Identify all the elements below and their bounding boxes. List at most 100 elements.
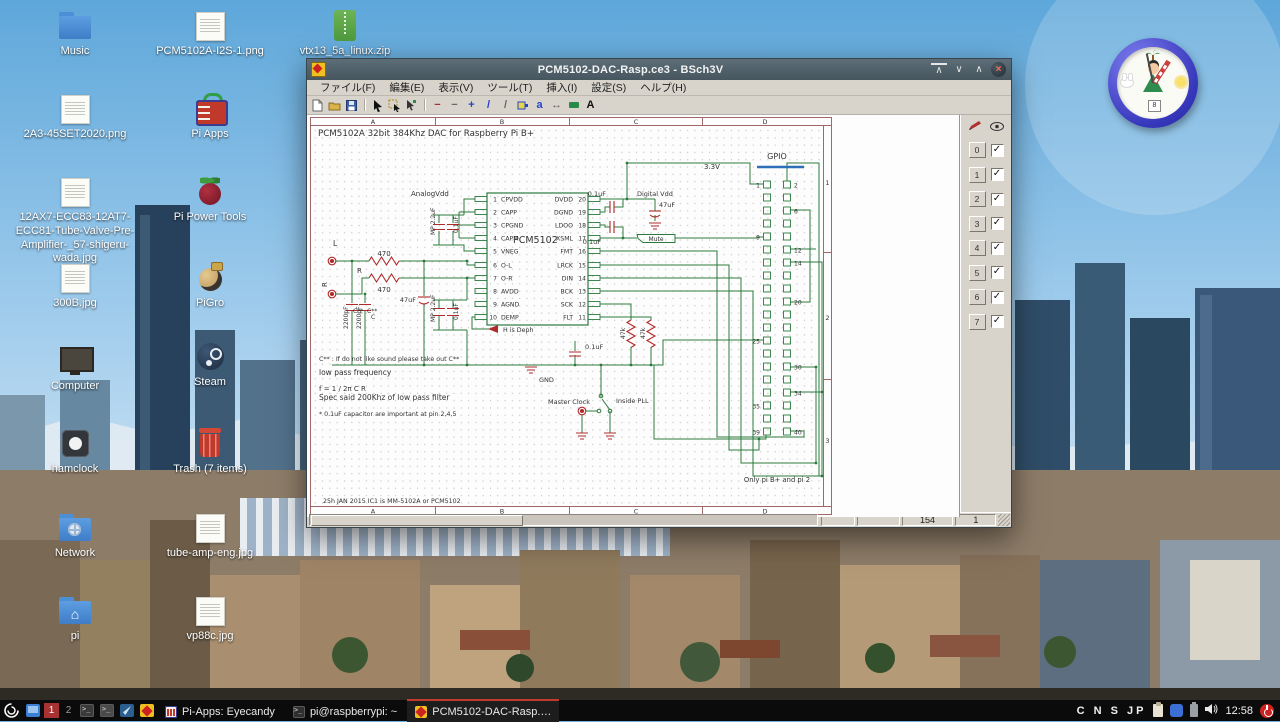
scrollbar-thumb[interactable] [311,515,523,526]
input-method-indicator[interactable]: C N S JP [1077,705,1147,717]
desktop-icon-vp88c-jpg[interactable]: vp88c.jpg [150,595,270,644]
window-titlebar[interactable]: PCM5102-DAC-Rasp.ce3 - BSch3V ∧ ∨ ∧ × [307,59,1011,80]
close-button[interactable]: × [991,62,1006,77]
menu-item-2[interactable]: 表示(V) [431,80,480,95]
move-tool-icon[interactable] [404,98,419,112]
layer-button-3[interactable]: 3 [969,216,986,232]
clipboard-icon[interactable] [1153,704,1163,717]
layer-button-1[interactable]: 1 [969,167,986,183]
desktop-icon-2a3-45set2020-png[interactable]: 2A3-45SET2020.png [15,93,135,142]
menu-item-4[interactable]: 挿入(I) [539,80,584,95]
anime-clock-widget[interactable]: 8 [1108,38,1198,128]
taskbar: 1 2 Pi-Apps: Eyecandy pi@raspberrypi: ~ … [0,700,1280,721]
image-icon [60,176,90,208]
part-tool-icon[interactable] [515,98,530,112]
net-flag-tool-icon[interactable] [566,98,581,112]
battery-icon[interactable] [1190,704,1198,717]
wire-tool-icon[interactable]: / [481,98,496,112]
desktop-icon-tube-preamp-jpg[interactable]: 12AX7-ECC83-12AT7-ECC81-Tube-Valve-Pre-A… [0,176,150,266]
layer-button-5[interactable]: 5 [969,265,986,281]
desktop-icon-computer[interactable]: Computer [15,345,135,394]
desktop-icon-network[interactable]: Network [15,512,135,561]
power-icon[interactable] [1260,704,1274,718]
task-pi-apps[interactable]: Pi-Apps: Eyecandy [157,699,283,722]
desktop-icon-music[interactable]: Music [15,10,135,59]
desktop-icon-300b-jpg[interactable]: 300B.jpg [15,262,135,311]
text-tool-icon[interactable]: A [583,98,598,112]
layer-row-6: 6✓ [969,289,1004,305]
menu-item-0[interactable]: ファイル(F) [313,80,382,95]
new-file-icon[interactable] [310,98,325,112]
resize-grip[interactable] [998,514,1010,526]
svg-text:470: 470 [377,286,390,294]
dashed-line-tool-icon[interactable]: − [447,98,462,112]
layer-button-2[interactable]: 2 [969,191,986,207]
volume-icon[interactable] [1205,702,1218,720]
select-tool-icon[interactable] [370,98,385,112]
layer-visible-checkbox-7[interactable]: ✓ [991,315,1004,328]
eye-icon[interactable] [990,118,1004,136]
task-terminal[interactable]: pi@raspberrypi: ~ [285,699,405,722]
pencil-icon[interactable] [968,118,981,136]
desktop-icon-pi[interactable]: ⌂pi [15,595,135,644]
bsch3v-launcher-icon[interactable] [140,704,154,717]
notification-icon[interactable] [1170,704,1183,717]
junction-tool-icon[interactable]: + [464,98,479,112]
layer-visible-checkbox-2[interactable]: ✓ [991,193,1004,206]
layer-visible-checkbox-6[interactable]: ✓ [991,291,1004,304]
gpio-label: GPIO [767,152,787,161]
desktop-icon-pcm5102a-i2s-1-png[interactable]: PCM5102A-I2S-1.png [150,10,270,59]
layer-visible-checkbox-5[interactable]: ✓ [991,266,1004,279]
line-tool-icon[interactable]: − [430,98,445,112]
connector-tool-icon[interactable]: ↔ [549,98,564,112]
menu-item-3[interactable]: ツール(T) [480,80,539,95]
editor-launcher-icon[interactable] [120,704,134,717]
schematic-canvas[interactable]: AB CD AB CD 123 PCM5102A 32bit 384Khz DA… [307,115,960,517]
horizontal-scrollbar[interactable] [309,514,818,526]
svg-text:14: 14 [794,261,802,268]
layer-visible-checkbox-3[interactable]: ✓ [991,217,1004,230]
desktop-icon-hamclock[interactable]: hamclock [15,428,135,477]
svg-text:7: 7 [493,276,497,283]
layer-button-0[interactable]: 0 [969,142,986,158]
save-icon[interactable] [344,98,359,112]
desktop-icon-steam[interactable]: Steam [150,341,270,390]
layer-visible-checkbox-0[interactable]: ✓ [991,144,1004,157]
terminal-launcher-icon[interactable] [80,704,94,717]
file-manager-launcher-icon[interactable] [100,704,114,717]
maximize-button[interactable]: ∧ [971,62,987,77]
layer-row-5: 5✓ [969,265,1004,281]
steam-icon [195,341,225,373]
desktop-icon-pigro[interactable]: PiGro [150,262,270,311]
desktop-icon-tube-amp-eng-jpg[interactable]: tube-amp-eng.jpg [150,512,270,561]
svg-text:2: 2 [493,210,497,217]
layer-button-7[interactable]: 7 [969,314,986,330]
desktop-icon-trash[interactable]: Trash (7 items) [150,428,270,477]
minimize-button[interactable]: ∨ [951,62,967,77]
menu-item-6[interactable]: ヘルプ(H) [633,80,693,95]
layer-visible-checkbox-1[interactable]: ✓ [991,168,1004,181]
desktop-icon-pi-apps[interactable]: Pi Apps [150,93,270,142]
label-tool-icon[interactable]: a [532,98,547,112]
bus-line-tool-icon[interactable]: / [498,98,513,112]
svg-text:* 0.1uF capacitor are importan: * 0.1uF capacitor are important at pin 2… [319,411,456,418]
open-file-icon[interactable] [327,98,342,112]
area-select-tool-icon[interactable] [387,98,402,112]
show-desktop-icon[interactable] [26,704,40,717]
workspace-2[interactable]: 2 [61,703,76,718]
task-bsch3v[interactable]: PCM5102-DAC-Rasp.… [407,699,559,722]
menu-item-5[interactable]: 設定(S) [584,80,633,95]
app-menu-icon[interactable] [3,702,20,719]
svg-text:Master Clock: Master Clock [548,398,590,406]
layer-button-6[interactable]: 6 [969,289,986,305]
desktop-icon-pi-power-tools[interactable]: Pi Power Tools [150,176,270,225]
layer-button-4[interactable]: 4 [969,240,986,256]
svg-text:AGND: AGND [501,302,520,309]
taskbar-clock[interactable]: 12:58 [1225,705,1253,717]
desktop-icon-vtx13-5a-linux-zip[interactable]: vtx13_5a_linux.zip [285,10,405,59]
layer-visible-checkbox-4[interactable]: ✓ [991,242,1004,255]
shade-button[interactable]: ∧ [931,63,947,77]
workspace-1[interactable]: 1 [44,703,59,718]
menu-item-1[interactable]: 編集(E) [382,80,431,95]
layer-row-1: 1✓ [969,167,1004,183]
